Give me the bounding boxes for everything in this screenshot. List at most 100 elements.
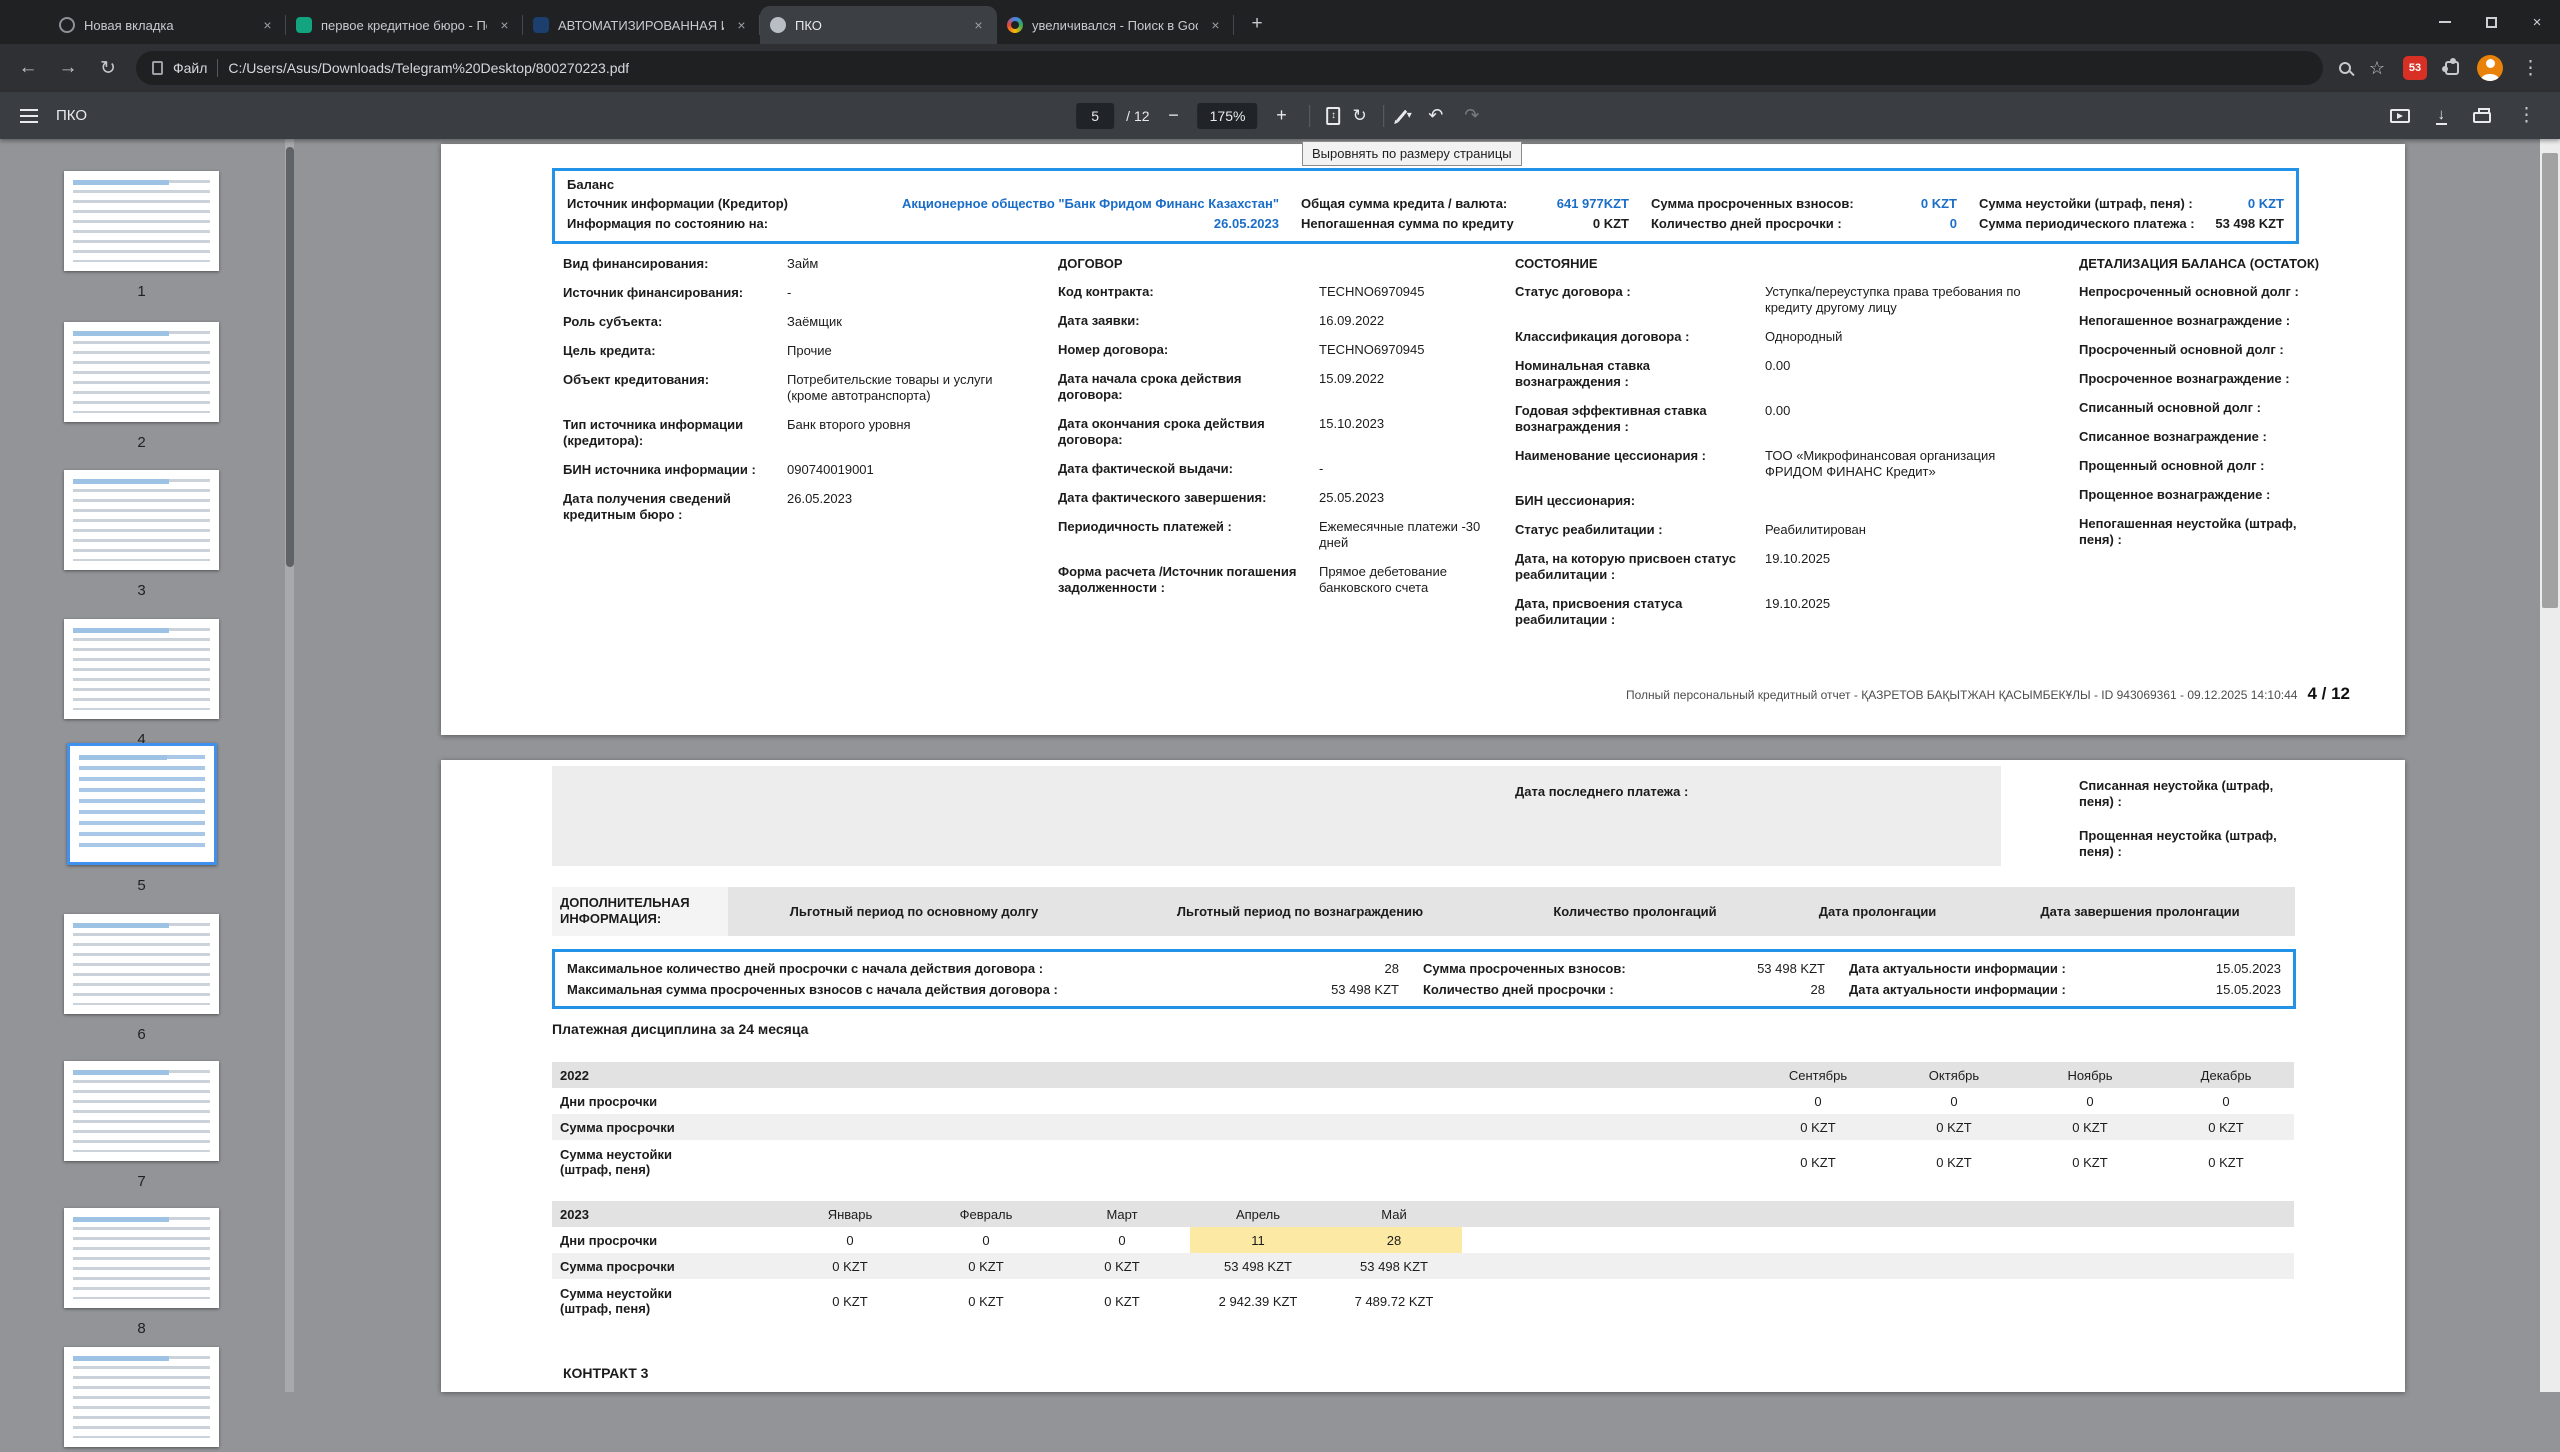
page-thumbnail-7[interactable] [64, 1061, 219, 1161]
table-cell: 0 KZT [782, 1294, 918, 1309]
tab-automated-info[interactable]: АВТОМАТИЗИРОВАННАЯ ИН... × [523, 6, 760, 44]
field-value: 15.09.2022 [1319, 371, 1515, 403]
table-cell: 0 [2022, 1094, 2158, 1109]
field-label: Списанная неустойка (штраф, пеня) : [2079, 778, 2299, 810]
month-header: Ноябрь [2022, 1068, 2158, 1083]
field-value: - [1319, 461, 1515, 477]
window-close-button[interactable]: × [2514, 0, 2560, 44]
field-value: 090740019001 [787, 462, 1058, 478]
page-thumbnail-8[interactable] [64, 1208, 219, 1308]
field-label: Количество дней просрочки : [1651, 215, 1842, 232]
redo-button[interactable]: ↷ [1460, 105, 1484, 126]
sidebar-scrollbar[interactable] [285, 139, 294, 1392]
page-thumbnail-2[interactable] [64, 322, 219, 422]
annotate-button[interactable]: ▾ [1400, 109, 1412, 123]
tab-google-search[interactable]: увеличивался - Поиск в Goog... × [997, 6, 1234, 44]
column-header: СОСТОЯНИЕ [1515, 256, 2079, 272]
thumbnail-number: 7 [0, 1173, 283, 1190]
month-header: Январь [782, 1207, 918, 1222]
field-label: Годовая эффективная ставка вознаграждени… [1515, 403, 1765, 435]
row-label: Сумма неустойки (штраф, пеня) [560, 1147, 725, 1177]
window-minimize-button[interactable] [2422, 0, 2468, 44]
back-button[interactable]: ← [16, 57, 40, 79]
payment-table-2022: 2022 Сентябрь Октябрь Ноябрь Декабрь Дни… [552, 1062, 2294, 1184]
field-label: Периодичность платежей : [1058, 519, 1319, 551]
thumbnail-number: 1 [0, 283, 283, 300]
field-label: Дата начала срока действия договора: [1058, 371, 1319, 403]
zoom-out-button[interactable]: − [1162, 105, 1186, 126]
print-button[interactable] [2473, 112, 2491, 123]
tab-close-icon[interactable]: × [970, 17, 987, 34]
field-label: Тип источника информации (кредитора): [563, 417, 787, 449]
address-bar[interactable]: Файл C:/Users/Asus/Downloads/Telegram%20… [136, 51, 2323, 85]
zoom-find-icon[interactable] [2339, 62, 2351, 74]
present-button[interactable] [2390, 109, 2410, 123]
page-thumbnail-3[interactable] [64, 470, 219, 570]
reload-button[interactable]: ↻ [96, 57, 120, 80]
tab-pko-active[interactable]: ПКО × [760, 6, 997, 44]
month-header: Март [1054, 1207, 1190, 1222]
tab-title: увеличивался - Поиск в Goog... [1032, 18, 1198, 33]
column-header: ДОГОВОР [1058, 256, 1515, 272]
field-value [1765, 493, 2079, 509]
delinquency-summary-box: Максимальное количество дней просрочки с… [552, 949, 2296, 1009]
bookmark-star-icon[interactable]: ☆ [2369, 58, 2385, 79]
forward-button[interactable]: → [56, 57, 80, 79]
window-maximize-button[interactable] [2468, 0, 2514, 44]
tab-credit-bureau[interactable]: первое кредитное бюро - По... × [286, 6, 523, 44]
page-count-label: / 12 [1126, 108, 1149, 124]
field-label: Списанный основной долг : [2079, 400, 2271, 416]
tab-close-icon[interactable]: × [1207, 17, 1224, 34]
field-value: ТОО «Микрофинансовая организация ФРИДОМ … [1765, 448, 2079, 480]
pdf-more-menu-icon[interactable]: ⋮ [2517, 104, 2536, 127]
column-header: Льготный период по основному долгу [728, 904, 1100, 919]
field-label: Сумма периодического платежа : [1979, 215, 2195, 232]
adblock-extension-badge[interactable]: 53 [2403, 56, 2427, 80]
page-thumbnail-1[interactable] [64, 171, 219, 271]
month-header: Май [1326, 1207, 1462, 1222]
fit-page-button[interactable]: ↕ [1327, 107, 1341, 125]
main-scrollbar[interactable] [2540, 139, 2560, 1392]
table-cell: 0 KZT [1054, 1294, 1190, 1309]
new-tab-button[interactable]: + [1242, 10, 1272, 40]
table-cell: 53 498 KZT [1190, 1259, 1326, 1274]
tab-close-icon[interactable]: × [733, 17, 750, 34]
table-year: 2022 [552, 1068, 782, 1083]
field-label: Дата окончания срока действия договора: [1058, 416, 1319, 448]
row-label: Сумма просрочки [560, 1259, 675, 1274]
tab-bar: Новая вкладка × первое кредитное бюро - … [0, 0, 2560, 44]
page-number-input[interactable]: 5 [1076, 103, 1114, 129]
page-thumbnail-6[interactable] [64, 914, 219, 1014]
pdf-menu-icon[interactable] [20, 115, 38, 117]
table-cell: 0 KZT [2022, 1155, 2158, 1170]
table-cell: 0 KZT [2158, 1120, 2294, 1135]
page-thumbnail-9[interactable] [64, 1347, 219, 1447]
tab-new-tab[interactable]: Новая вкладка × [49, 6, 286, 44]
download-button[interactable]: ↓ [2436, 107, 2448, 125]
zoom-in-button[interactable]: + [1270, 105, 1294, 126]
field-label: Статус реабилитации : [1515, 522, 1765, 538]
browser-menu-icon[interactable]: ⋮ [2521, 57, 2540, 80]
field-label: Просроченный основной долг : [2079, 342, 2294, 358]
field-value: Реабилитирован [1765, 522, 2079, 538]
rotate-button[interactable]: ↻ [1353, 106, 1367, 126]
sidebar-scrollbar-thumb[interactable] [286, 147, 294, 567]
tab-close-icon[interactable]: × [496, 17, 513, 34]
extensions-icon[interactable] [2445, 61, 2459, 75]
pdf-page-4: Баланс Источник информации (Кредитор)Акц… [441, 144, 2405, 735]
field-label: БИН цессионария: [1515, 493, 1765, 509]
main-scrollbar-thumb[interactable] [2542, 153, 2558, 608]
field-value: TECHNO6970945 [1319, 284, 1515, 300]
tab-favicon [770, 17, 786, 33]
page-thumbnail-4[interactable] [64, 619, 219, 719]
undo-button[interactable]: ↶ [1424, 105, 1448, 126]
toolbar-divider [1383, 105, 1384, 127]
maximize-icon [2486, 17, 2497, 28]
browser-toolbar: ← → ↻ Файл C:/Users/Asus/Downloads/Teleg… [0, 44, 2560, 92]
field-label: Информация по состоянию на: [567, 215, 768, 232]
profile-avatar[interactable] [2477, 55, 2503, 81]
page-thumbnail-5-selected[interactable] [67, 743, 217, 865]
field-value: 26.05.2023 [1214, 215, 1279, 232]
field-label: Дата фактической выдачи: [1058, 461, 1319, 477]
tab-close-icon[interactable]: × [259, 17, 276, 34]
